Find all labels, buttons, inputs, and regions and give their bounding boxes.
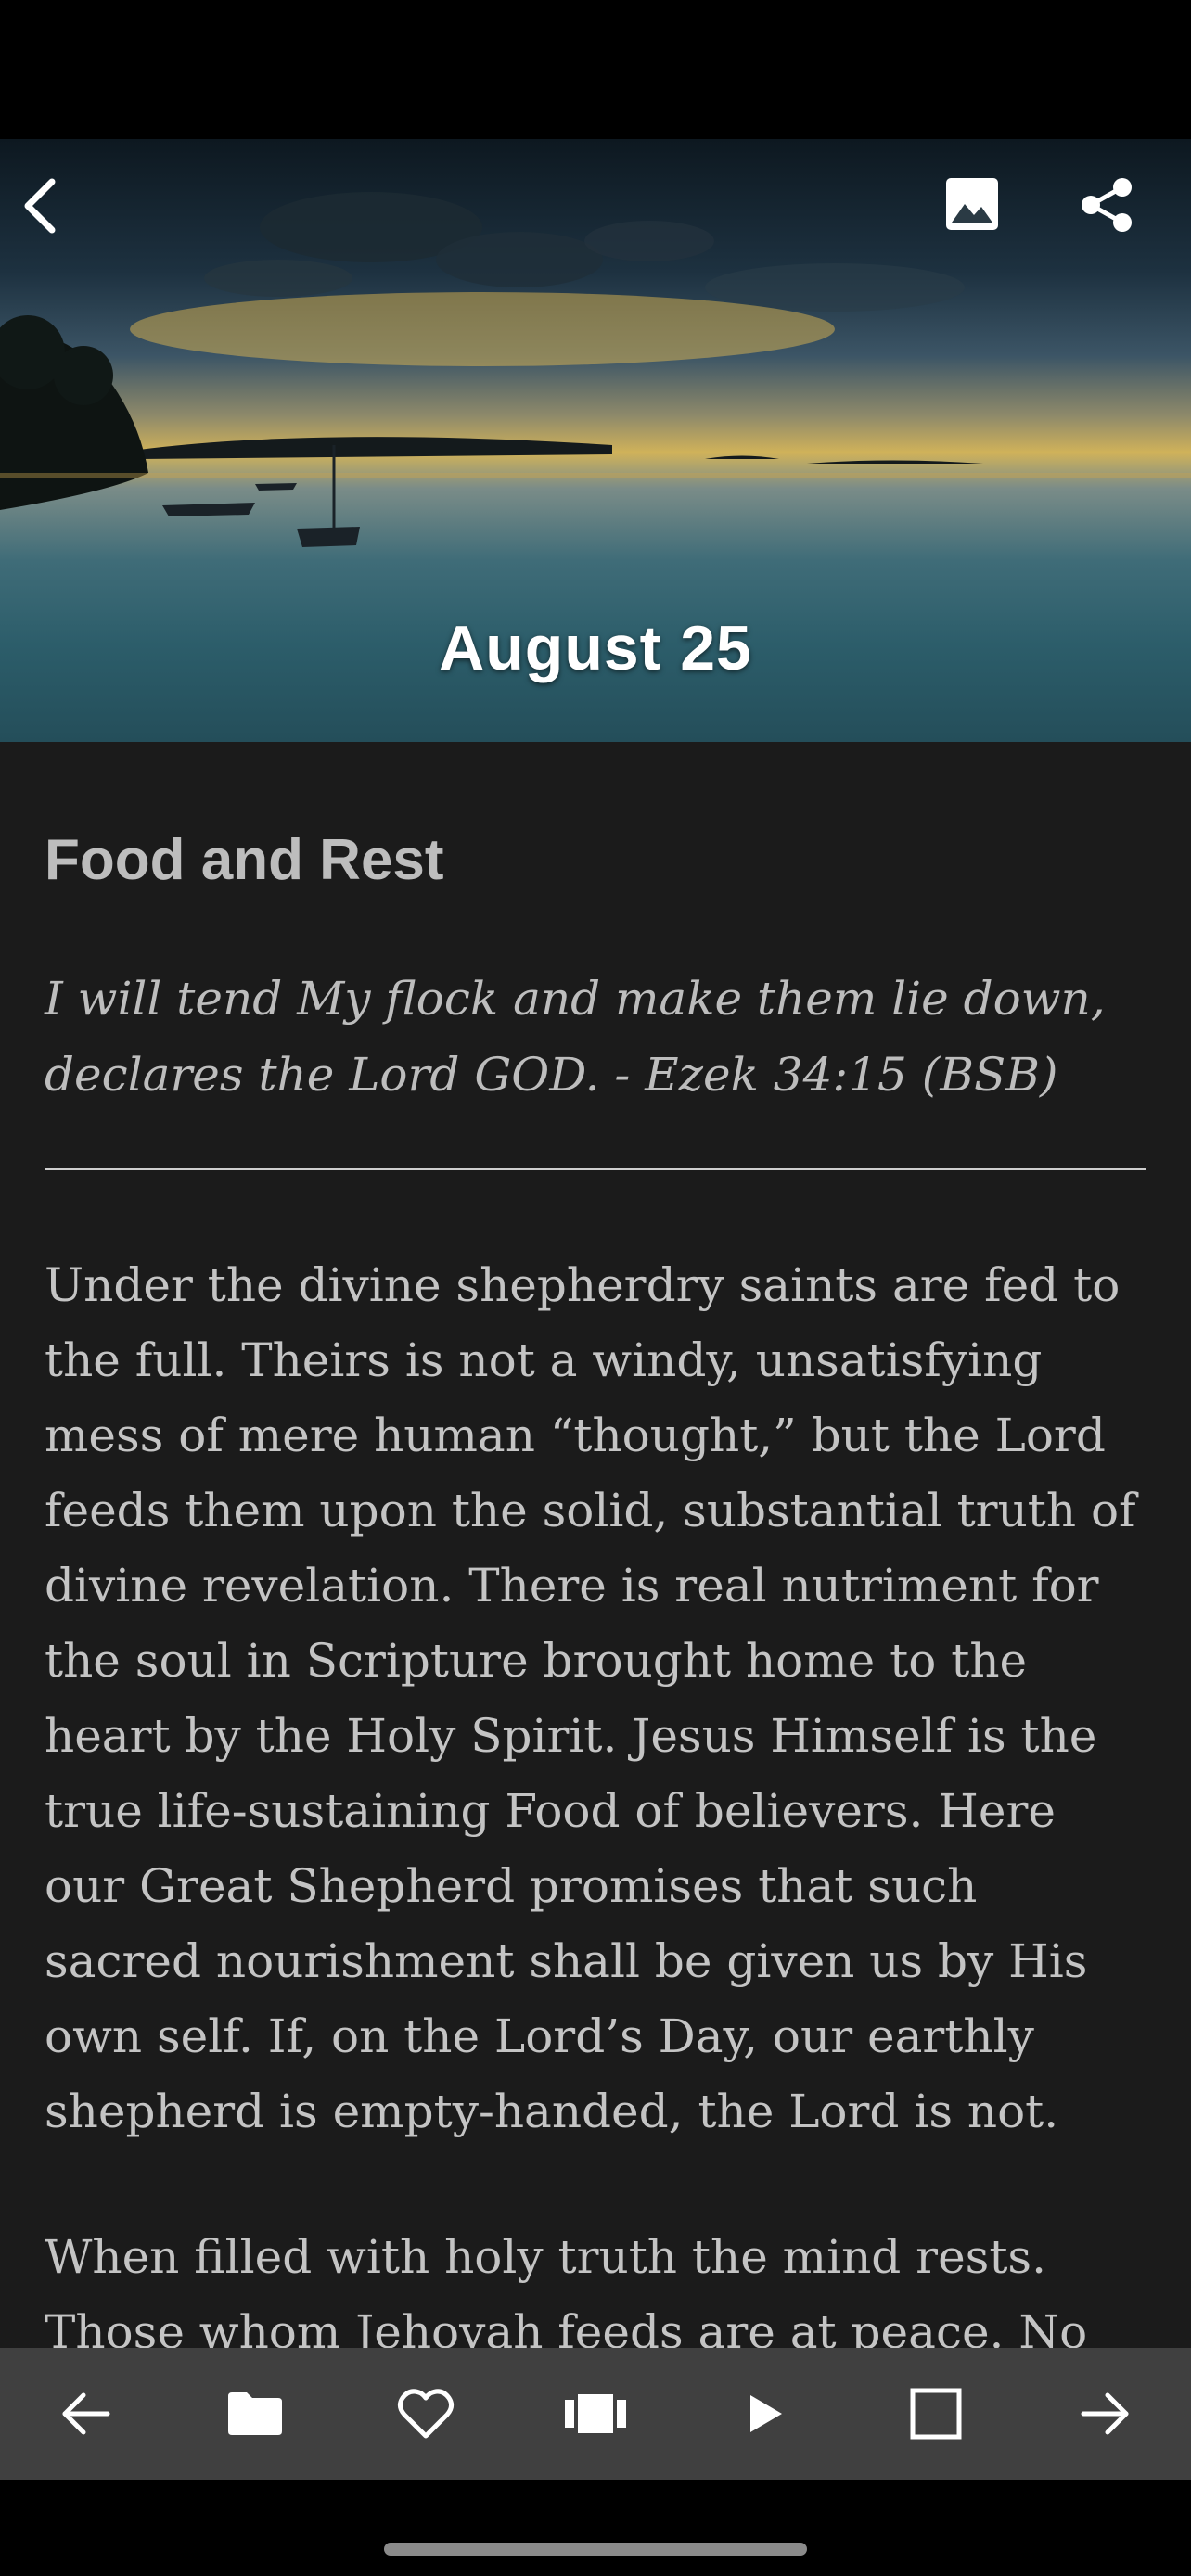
system-gesture-area xyxy=(0,2480,1191,2576)
share-button[interactable] xyxy=(1078,176,1171,269)
next-arrow-icon xyxy=(1081,2392,1129,2435)
play-icon xyxy=(750,2395,783,2432)
bottom-navigation-bar xyxy=(0,2348,1191,2480)
scripture-verse: I will tend My flock and make them lie d… xyxy=(45,972,1106,1102)
previous-day-button[interactable] xyxy=(30,2358,141,2469)
back-arrow-icon xyxy=(24,178,56,234)
divider xyxy=(45,1168,1146,1170)
previous-arrow-icon xyxy=(62,2392,110,2435)
header-image: August 25 xyxy=(0,139,1191,742)
devotional-content: Food and Rest I will tend My flock and m… xyxy=(45,742,1146,2441)
square-button[interactable] xyxy=(880,2358,992,2469)
folder-button[interactable] xyxy=(199,2358,311,2469)
heart-icon xyxy=(397,2389,454,2439)
folder-icon xyxy=(228,2392,283,2435)
carousel-button[interactable] xyxy=(540,2358,651,2469)
share-icon xyxy=(1082,178,1132,232)
change-image-button[interactable] xyxy=(944,176,1037,269)
devotional-body: Under the divine shepherdry saints are f… xyxy=(45,1248,1146,2370)
home-indicator[interactable] xyxy=(384,2543,807,2556)
back-button[interactable] xyxy=(17,176,109,269)
body-paragraph: Under the divine shepherdry saints are f… xyxy=(45,1258,1136,2138)
favorite-button[interactable] xyxy=(370,2358,481,2469)
carousel-icon xyxy=(564,2394,626,2433)
image-icon xyxy=(946,178,998,230)
square-icon xyxy=(910,2388,962,2440)
status-bar xyxy=(0,0,1191,139)
date-heading: August 25 xyxy=(439,613,752,683)
next-day-button[interactable] xyxy=(1050,2358,1161,2469)
play-button[interactable] xyxy=(710,2358,821,2469)
devotional-title: Food and Rest xyxy=(45,828,444,892)
